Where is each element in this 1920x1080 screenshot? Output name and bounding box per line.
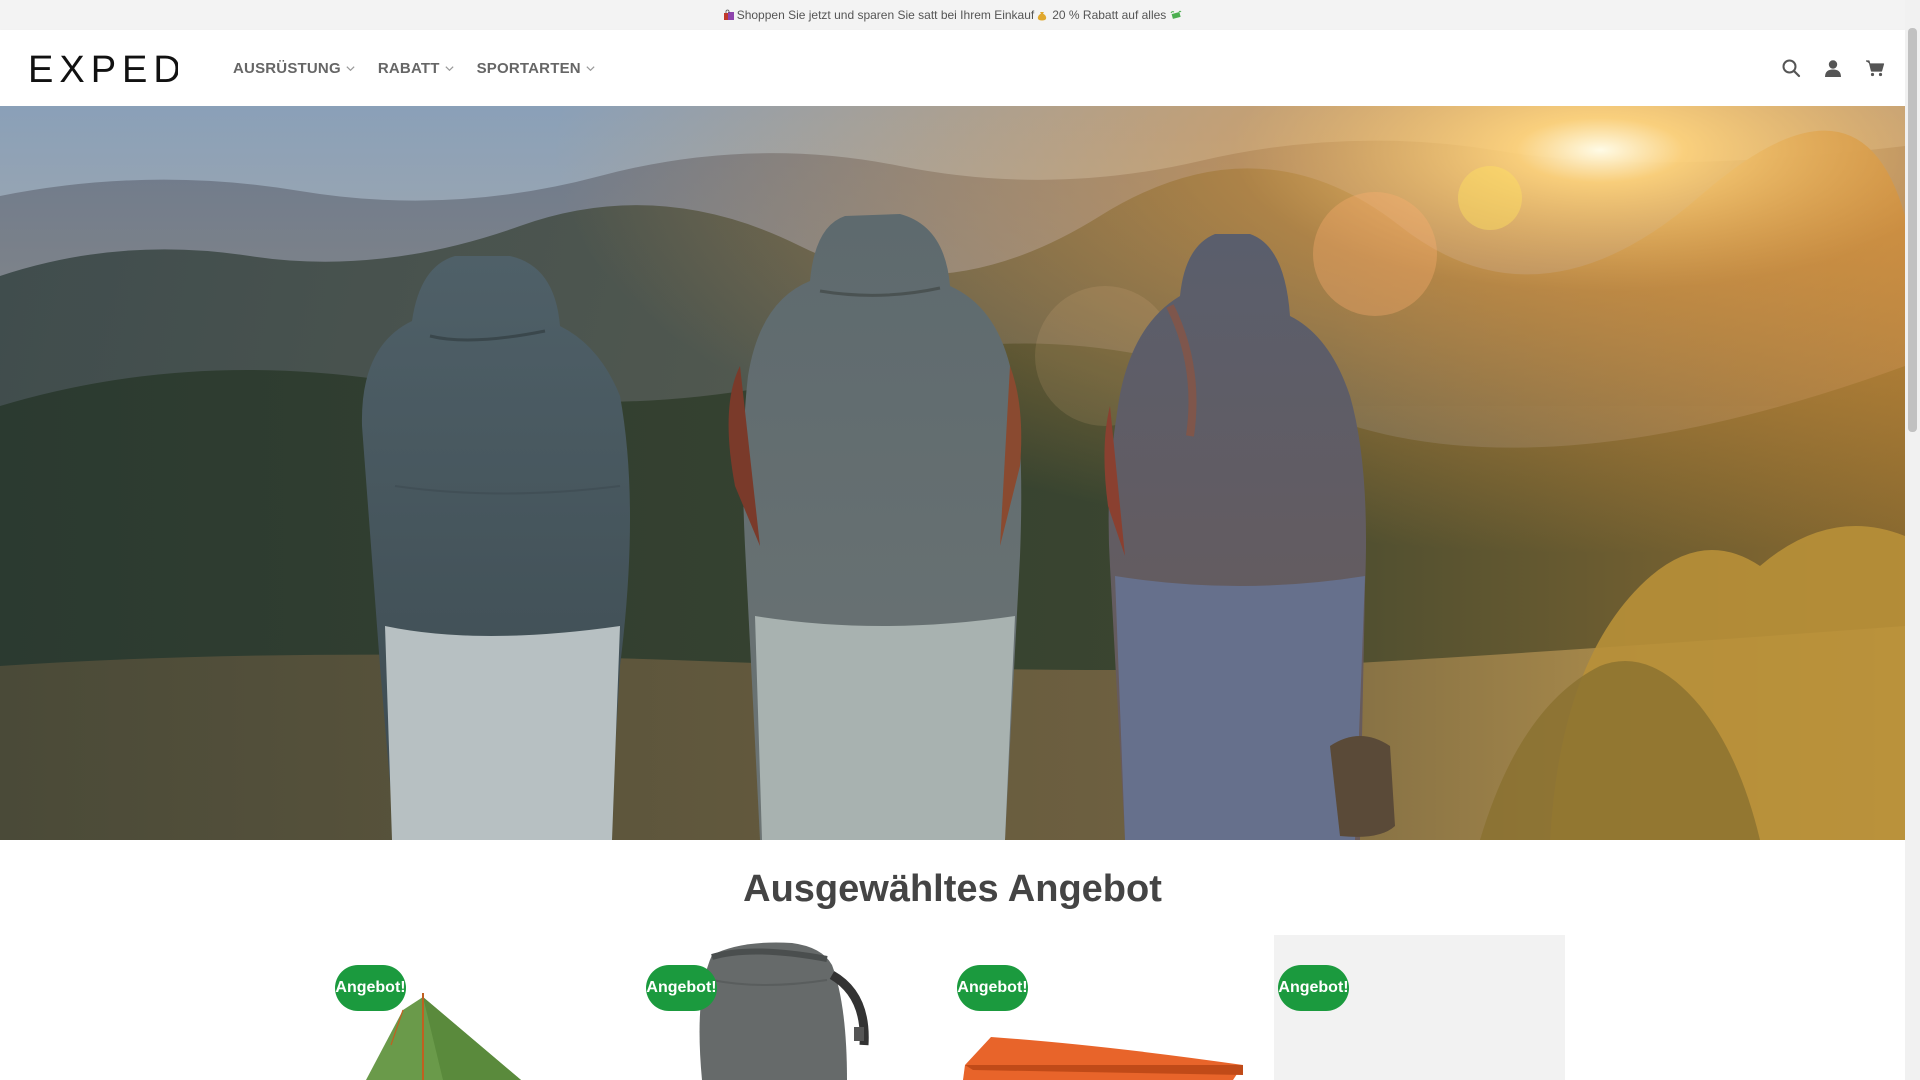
promo-text: Shoppen Sie jetzt und sparen Sie satt be…: [736, 8, 1035, 22]
product-card[interactable]: Angebot!: [642, 935, 933, 1080]
product-card[interactable]: Angebot!: [953, 935, 1244, 1080]
flying-money-icon: [1170, 10, 1182, 19]
sale-badge: Angebot!: [1278, 965, 1349, 1011]
sale-badge: Angebot!: [335, 965, 406, 1011]
site-header: EXPED AUSRÜSTUNG RABATT SPORTARTEN: [0, 30, 1905, 107]
money-bag-icon: [1038, 12, 1047, 21]
sale-badge: Angebot!: [646, 965, 717, 1011]
nav-item-sportarten[interactable]: SPORTARTEN: [477, 60, 596, 77]
hero-image: [0, 106, 1905, 840]
chevron-down-icon: [586, 65, 595, 71]
scrollbar-thumb[interactable]: [1908, 28, 1917, 432]
logo-text: EXPED: [28, 52, 178, 86]
promo-bar: Shoppen Sie jetzt und sparen Sie satt be…: [0, 0, 1905, 30]
nav-label: RABATT: [377, 59, 440, 77]
page: Shoppen Sie jetzt und sparen Sie satt be…: [0, 0, 1905, 1080]
nav-label: SPORTARTEN: [476, 59, 581, 77]
nav-item-rabatt[interactable]: RABATT: [378, 60, 455, 77]
chevron-down-icon: [346, 65, 355, 71]
header-icons: [1781, 30, 1885, 106]
section-title: Ausgewähltes Angebot: [743, 868, 1162, 910]
exped-logo[interactable]: EXPED: [28, 52, 178, 86]
shopping-bags-icon: [723, 9, 734, 20]
nav-label: AUSRÜSTUNG: [233, 59, 341, 77]
main-nav: AUSRÜSTUNG RABATT SPORTARTEN: [233, 30, 618, 106]
sale-badge: Angebot!: [957, 965, 1028, 1011]
account-icon[interactable]: [1823, 58, 1843, 78]
nav-item-ausruestung[interactable]: AUSRÜSTUNG: [233, 60, 356, 77]
hero-slider[interactable]: [0, 106, 1905, 840]
search-icon[interactable]: [1781, 58, 1801, 78]
promo-discount-text: 20 % Rabatt auf alles: [1052, 8, 1167, 22]
product-card[interactable]: Angebot!: [331, 935, 622, 1080]
page-scrollbar[interactable]: [1905, 0, 1920, 1080]
product-grid: Angebot! Angebot! Angebot! Angebot!: [331, 935, 1565, 1080]
product-card[interactable]: Angebot!: [1274, 935, 1565, 1080]
chevron-down-icon: [445, 65, 454, 71]
cart-icon[interactable]: [1865, 58, 1885, 78]
